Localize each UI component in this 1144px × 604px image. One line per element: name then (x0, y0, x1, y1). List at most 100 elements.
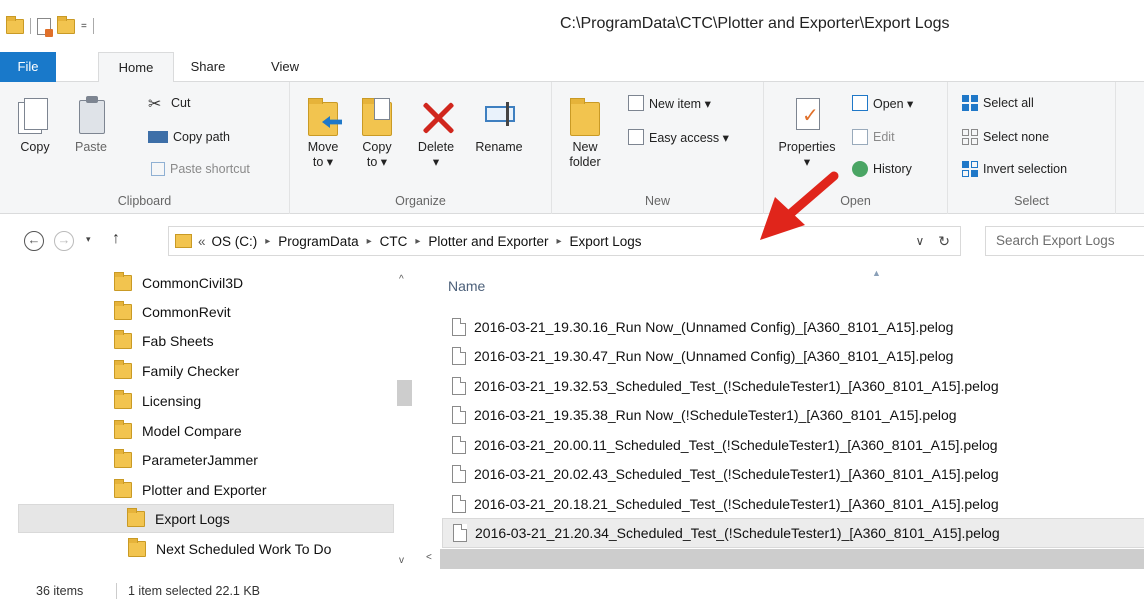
address-bar[interactable]: « OS (C:) ▸ ProgramData ▸ CTC ▸ Plotter … (168, 226, 961, 256)
address-dropdown-icon[interactable]: ∨ (915, 234, 924, 248)
tree-item-family-checker[interactable]: Family Checker (114, 356, 239, 385)
scroll-thumb[interactable] (397, 380, 412, 406)
copy-to-arrow: to ▾ (366, 155, 388, 169)
file-row[interactable]: 2016-03-21_20.18.21_Scheduled_Test_(!Sch… (442, 489, 1144, 519)
copy-path-button[interactable]: Copy path (148, 126, 230, 148)
select-all-label: Select all (983, 96, 1034, 110)
tree-item-model-compare[interactable]: Model Compare (114, 416, 242, 445)
forward-button[interactable]: → (54, 231, 74, 251)
breadcrumb-plotter-and-exporter[interactable]: Plotter and Exporter (428, 234, 548, 249)
address-controls: ∨ ↻ (915, 227, 960, 255)
properties-button[interactable]: Properties ▾ (772, 96, 842, 170)
select-all-button[interactable]: Select all (962, 92, 1034, 114)
organize-group-label: Organize (395, 194, 446, 208)
breadcrumb-os[interactable]: OS (C:) (212, 234, 258, 249)
delete-button[interactable]: Delete ▾ (408, 96, 464, 170)
tree-item-next-scheduled-work[interactable]: Next Scheduled Work To Do (128, 534, 331, 563)
file-list-horizontal-scrollbar[interactable] (440, 549, 1144, 569)
folder-icon (127, 507, 145, 527)
breadcrumb-separator-icon[interactable]: ▸ (556, 236, 561, 247)
new-folder-icon[interactable] (57, 15, 75, 34)
tree-item-plotter-and-exporter[interactable]: Plotter and Exporter (114, 475, 267, 504)
select-all-icon (962, 95, 978, 111)
tab-view[interactable]: View (262, 52, 308, 82)
file-row[interactable]: 2016-03-21_19.30.16_Run Now_(Unnamed Con… (442, 312, 1144, 342)
select-none-button[interactable]: Select none (962, 126, 1049, 148)
item-count: 36 items (36, 584, 84, 598)
file-name: 2016-03-21_20.00.11_Scheduled_Test_(!Sch… (474, 437, 998, 453)
open-label: Open ▾ (873, 96, 914, 111)
breadcrumb-separator-icon[interactable]: ▸ (367, 236, 372, 247)
new-item-icon (628, 95, 644, 111)
invert-selection-button[interactable]: Invert selection (962, 158, 1067, 180)
easy-access-icon (628, 129, 644, 145)
navigation-scrollbar[interactable]: ^ v (394, 266, 416, 576)
file-row[interactable]: 2016-03-21_20.02.43_Scheduled_Test_(!Sch… (442, 459, 1144, 489)
copy-icon (18, 96, 52, 136)
file-icon (452, 436, 466, 454)
up-button[interactable]: ↑ (112, 230, 120, 248)
tree-item-label: Family Checker (142, 362, 240, 379)
search-input[interactable]: Search Export Logs (985, 226, 1144, 256)
back-button[interactable]: ← (24, 231, 44, 251)
window-title: C:\ProgramData\CTC\Plotter and Exporter\… (560, 15, 950, 32)
file-row[interactable]: 2016-03-21_20.00.11_Scheduled_Test_(!Sch… (442, 430, 1144, 460)
tree-item-export-logs[interactable]: Export Logs (18, 504, 394, 533)
scroll-up-icon[interactable]: ^ (399, 274, 404, 285)
tab-share[interactable]: Share (182, 52, 234, 82)
column-header-name[interactable]: Name (448, 278, 485, 294)
copy-to-button[interactable]: Copy to ▾ (354, 96, 400, 170)
file-row-selected[interactable]: 2016-03-21_21.20.34_Scheduled_Test_(!Sch… (442, 518, 1144, 548)
breadcrumb-separator-icon[interactable]: ▸ (265, 236, 270, 247)
status-separator (116, 583, 117, 599)
history-button[interactable]: History (852, 158, 912, 180)
tree-item-label: Plotter and Exporter (142, 481, 267, 498)
folder-icon[interactable] (6, 15, 24, 34)
delete-label: Delete (417, 140, 455, 154)
tree-item-fab-sheets[interactable]: Fab Sheets (114, 326, 214, 355)
easy-access-button[interactable]: Easy access ▾ (628, 126, 729, 148)
tab-file[interactable]: File (0, 52, 56, 84)
copy-button[interactable]: Copy (10, 96, 60, 155)
breadcrumb-overflow[interactable]: « (198, 234, 206, 249)
refresh-icon[interactable]: ↻ (938, 233, 950, 250)
new-folder-button[interactable]: New folder (562, 96, 608, 170)
status-bar: 36 items 1 item selected 22.1 KB (0, 576, 1144, 604)
file-row[interactable]: 2016-03-21_19.35.38_Run Now_(!ScheduleTe… (442, 400, 1144, 430)
tab-home[interactable]: Home (98, 52, 174, 83)
ribbon: Copy Paste ✂ Cut Copy path Paste shortcu… (0, 82, 1144, 214)
breadcrumb-export-logs[interactable]: Export Logs (570, 234, 642, 249)
open-group: Properties ▾ Open ▾ Edit History Open (764, 82, 948, 214)
breadcrumb-separator-icon[interactable]: ▸ (415, 236, 420, 247)
tree-item-commoncivil3d[interactable]: CommonCivil3D (114, 268, 243, 297)
move-to-button[interactable]: Move to ▾ (300, 96, 346, 170)
edit-label: Edit (873, 130, 895, 144)
new-item-button[interactable]: New item ▾ (628, 92, 711, 114)
select-group: Select all Select none Invert selection … (948, 82, 1116, 214)
rename-button[interactable]: Rename (468, 96, 530, 155)
properties-icon[interactable] (37, 17, 53, 37)
quick-access-toolbar: = (6, 14, 94, 38)
sort-ascending-icon: ▲ (872, 268, 881, 278)
tree-item-commonrevit[interactable]: CommonRevit (114, 297, 231, 326)
open-button[interactable]: Open ▾ (852, 92, 913, 114)
cut-button[interactable]: ✂ Cut (148, 92, 190, 114)
breadcrumb-programdata[interactable]: ProgramData (278, 234, 358, 249)
tree-item-label: CommonRevit (142, 303, 231, 320)
cut-label: Cut (171, 96, 191, 110)
file-row[interactable]: 2016-03-21_19.32.53_Scheduled_Test_(!Sch… (442, 371, 1144, 401)
paste-shortcut-button[interactable]: Paste shortcut (148, 158, 250, 180)
breadcrumb-ctc[interactable]: CTC (380, 234, 408, 249)
edit-button[interactable]: Edit (852, 126, 895, 148)
tree-item-licensing[interactable]: Licensing (114, 386, 201, 415)
scroll-down-icon[interactable]: v (399, 555, 404, 566)
scroll-left-icon[interactable]: < (426, 552, 432, 563)
recent-locations-icon[interactable]: ▾ (86, 234, 91, 245)
open-group-label: Open (840, 194, 871, 208)
file-row[interactable]: 2016-03-21_19.30.47_Run Now_(Unnamed Con… (442, 341, 1144, 371)
tree-item-parameterjammer[interactable]: ParameterJammer (114, 445, 258, 474)
file-list: ▲ Name 2016-03-21_19.30.16_Run Now_(Unna… (430, 266, 1144, 549)
properties-icon (790, 96, 824, 136)
customize-qat-icon[interactable]: = (81, 21, 87, 32)
paste-button[interactable]: Paste (66, 96, 116, 155)
